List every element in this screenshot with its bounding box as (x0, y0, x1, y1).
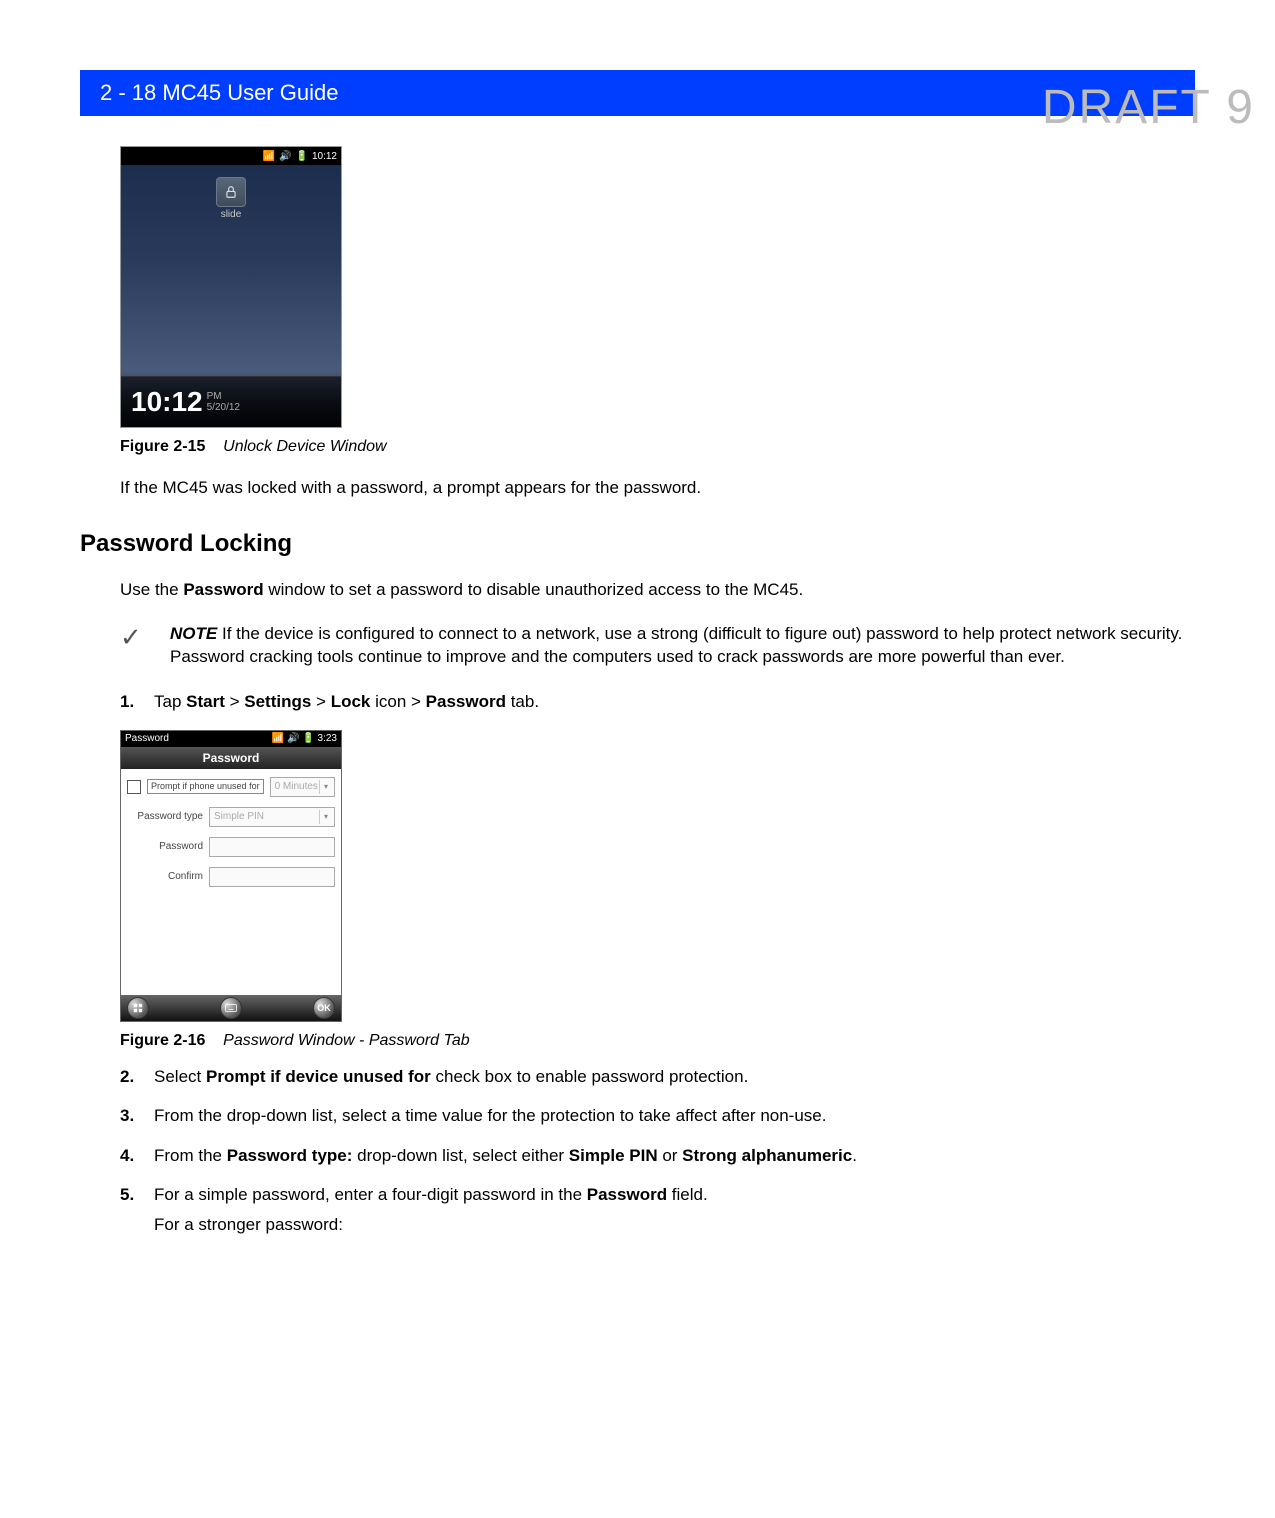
figure-title: Unlock Device Window (223, 438, 386, 455)
checkmark-icon: ✓ (120, 622, 150, 650)
page: DRAFT 9 2 - 18 MC45 User Guide 📶 🔊 🔋 10:… (0, 70, 1275, 1291)
status-time: 10:12 (312, 151, 337, 162)
page-header: 2 - 18 MC45 User Guide (80, 70, 1195, 116)
step-5: 5. For a simple password, enter a four-d… (120, 1182, 1195, 1237)
password-field-label: Password (127, 841, 203, 852)
pw-status-bar: Password 📶 🔊 🔋 3:23 (121, 731, 341, 747)
figure-unlock-device: 📶 🔊 🔋 10:12 slide 10:12 PM 5/20/12 (120, 146, 1195, 456)
password-type-label: Password type (127, 811, 203, 822)
pw-title-bar: Password (121, 747, 341, 769)
figure-title: Password Window - Password Tab (223, 1032, 469, 1049)
clock-ampm: PM (207, 391, 222, 402)
clock-time: 10:12 (131, 386, 203, 418)
unused-duration-dropdown[interactable]: 0 Minutes ▾ (270, 777, 335, 797)
screenshot-lock-screen: 📶 🔊 🔋 10:12 slide 10:12 PM 5/20/12 (120, 146, 342, 428)
clock-date: 5/20/12 (207, 402, 240, 413)
heading-password-locking: Password Locking (80, 530, 1195, 558)
battery-icon: 🔋 (296, 151, 308, 162)
lock-clock-bar: 10:12 PM 5/20/12 (121, 376, 341, 427)
slide-to-unlock[interactable]: slide (216, 177, 246, 220)
chevron-down-icon: ▾ (319, 780, 332, 794)
chevron-down-icon: ▾ (319, 810, 332, 824)
battery-icon: 🔋 (302, 733, 314, 744)
lock-status-bar: 📶 🔊 🔋 10:12 (121, 147, 341, 165)
figure-label: Figure 2-15 (120, 438, 205, 455)
guide-title: MC45 User Guide (162, 80, 338, 105)
signal-icon: 📶 (263, 151, 275, 162)
figure-caption-2-16: Figure 2-16 Password Window - Password T… (120, 1032, 1195, 1050)
para-unlock-prompt: If the MC45 was locked with a password, … (120, 476, 1195, 500)
signal-icon: 📶 (272, 733, 284, 744)
para-password-intro: Use the Password window to set a passwor… (120, 578, 1195, 602)
lock-icon (216, 177, 246, 207)
volume-icon: 🔊 (279, 151, 291, 162)
password-input[interactable] (209, 837, 335, 857)
pw-status-time: 3:23 (318, 733, 337, 744)
pw-bottom-bar: OK (121, 995, 341, 1021)
confirm-field-label: Confirm (127, 871, 203, 882)
step-2: 2. Select Prompt if device unused for ch… (120, 1064, 1195, 1090)
step-4: 4. From the Password type: drop-down lis… (120, 1143, 1195, 1169)
screenshot-password-tab: Password 📶 🔊 🔋 3:23 Password Prompt if p… (120, 730, 342, 1022)
note-label: NOTE (170, 624, 217, 643)
prompt-checkbox[interactable] (127, 780, 141, 794)
keyboard-button[interactable] (220, 997, 242, 1019)
step-3: 3. From the drop-down list, select a tim… (120, 1103, 1195, 1129)
confirm-input[interactable] (209, 867, 335, 887)
start-button[interactable] (127, 997, 149, 1019)
ok-button[interactable]: OK (313, 997, 335, 1019)
figure-password-window: Password 📶 🔊 🔋 3:23 Password Prompt if p… (120, 730, 1195, 1050)
password-type-dropdown[interactable]: Simple PIN ▾ (209, 807, 335, 827)
step-1: 1. Tap Start > Settings > Lock icon > Pa… (120, 689, 1195, 715)
figure-label: Figure 2-16 (120, 1032, 205, 1049)
figure-caption-2-15: Figure 2-15 Unlock Device Window (120, 438, 1195, 456)
page-number: 2 - 18 (100, 80, 156, 105)
note-text: If the device is configured to connect t… (170, 624, 1182, 667)
volume-icon: 🔊 (287, 733, 299, 744)
slide-label: slide (221, 209, 242, 220)
prompt-label: Prompt if phone unused for (147, 779, 264, 794)
step-5-line2: For a stronger password: (154, 1212, 1195, 1238)
pw-app-name: Password (125, 733, 169, 744)
note-block: ✓ NOTE If the device is configured to co… (120, 622, 1195, 670)
draft-watermark: DRAFT 9 (1042, 80, 1255, 135)
